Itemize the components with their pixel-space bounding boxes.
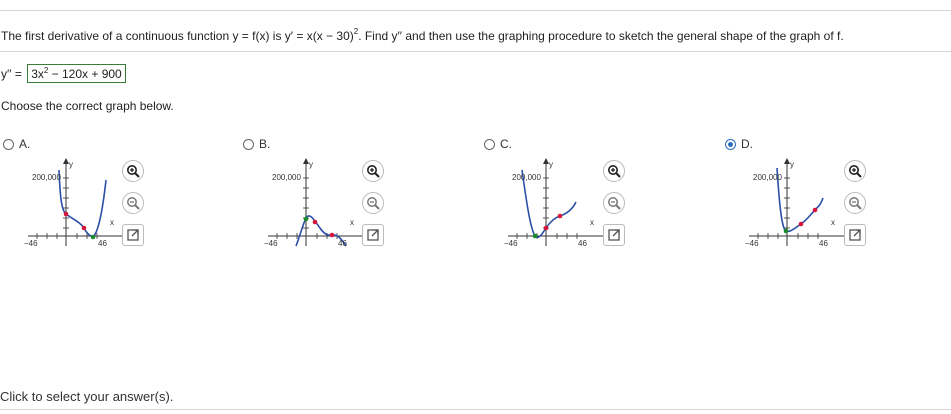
point-red xyxy=(312,219,318,225)
y-tick-label: 200,000 xyxy=(272,173,301,182)
point-red xyxy=(798,221,804,227)
radio-c[interactable] xyxy=(484,138,495,150)
expand-icon[interactable] xyxy=(362,224,384,246)
curve xyxy=(776,167,824,233)
y-axis-label: y xyxy=(309,160,313,169)
expand-icon[interactable] xyxy=(122,224,144,246)
point-red xyxy=(812,207,818,213)
zoom-in-icon[interactable] xyxy=(122,160,144,182)
top-divider xyxy=(0,10,951,11)
y-tick-label: 200,000 xyxy=(512,173,541,182)
x-pos-label: 46 xyxy=(578,239,587,248)
option-a-label: A. xyxy=(19,137,31,151)
option-c-label: C. xyxy=(500,137,512,151)
question-text: The first derivative of a continuous fun… xyxy=(1,27,844,43)
point-green xyxy=(783,228,789,234)
question-divider xyxy=(0,51,951,52)
radio-d[interactable] xyxy=(725,138,736,150)
x-axis-label: x xyxy=(590,218,594,227)
y-tick-label: 200,000 xyxy=(32,173,61,182)
y-axis-label: y xyxy=(790,160,794,169)
x-neg-label: −46 xyxy=(264,239,278,248)
point-red xyxy=(329,232,335,238)
point-green xyxy=(90,234,96,240)
y-axis-label: y xyxy=(549,160,553,169)
graph-b[interactable]: 200,000 y x −46 46 xyxy=(262,158,372,248)
x-neg-label: −46 xyxy=(745,239,759,248)
zoom-out-icon[interactable] xyxy=(603,192,625,214)
y-tick-label: 200,000 xyxy=(753,173,782,182)
option-b-label: B. xyxy=(259,137,271,151)
point-red xyxy=(543,225,549,231)
radio-a[interactable] xyxy=(3,138,14,150)
option-c[interactable]: C. xyxy=(484,137,512,151)
option-d-label: D. xyxy=(741,137,753,151)
x-pos-label: 46 xyxy=(819,239,828,248)
y-axis-label: y xyxy=(69,160,73,169)
option-d[interactable]: D. xyxy=(725,137,753,151)
point-green xyxy=(532,233,538,239)
x-pos-label: 46 xyxy=(338,239,347,248)
zoom-in-icon[interactable] xyxy=(844,160,866,182)
graph-c-tools xyxy=(603,160,627,256)
zoom-out-icon[interactable] xyxy=(844,192,866,214)
option-b[interactable]: B. xyxy=(243,137,270,151)
x-axis-label: x xyxy=(831,218,835,227)
option-a[interactable]: A. xyxy=(3,137,30,151)
zoom-in-icon[interactable] xyxy=(362,160,384,182)
x-neg-label: −46 xyxy=(504,239,518,248)
x-axis-label: x xyxy=(350,218,354,227)
footer-divider xyxy=(0,409,951,410)
zoom-out-icon[interactable] xyxy=(122,192,144,214)
point-red xyxy=(81,225,87,231)
graph-b-tools xyxy=(362,160,386,256)
point-red xyxy=(63,211,69,217)
graph-d[interactable]: 200,000 y x −46 46 xyxy=(743,158,853,248)
answer-box[interactable]: 3x2 − 120x + 900 xyxy=(27,64,126,83)
zoom-out-icon[interactable] xyxy=(362,192,384,214)
graph-a-tools xyxy=(122,160,146,256)
x-axis-label: x xyxy=(110,218,114,227)
graph-c[interactable]: 200,000 y x −46 46 xyxy=(502,158,612,248)
x-neg-label: −46 xyxy=(24,239,38,248)
answer-label: y′′ = xyxy=(1,67,22,81)
x-pos-label: 46 xyxy=(98,239,107,248)
instruction-text: Choose the correct graph below. xyxy=(1,99,174,113)
answer-line: y′′ = 3x2 − 120x + 900 xyxy=(1,64,126,83)
graph-d-tools xyxy=(844,160,868,256)
radio-b[interactable] xyxy=(243,138,254,150)
graph-a[interactable]: 200,000 y x −46 46 xyxy=(22,158,132,248)
expand-icon[interactable] xyxy=(844,224,866,246)
point-red xyxy=(557,213,563,219)
point-green xyxy=(303,216,309,222)
footer-hint: Click to select your answer(s). xyxy=(0,389,174,404)
zoom-in-icon[interactable] xyxy=(603,160,625,182)
expand-icon[interactable] xyxy=(603,224,625,246)
